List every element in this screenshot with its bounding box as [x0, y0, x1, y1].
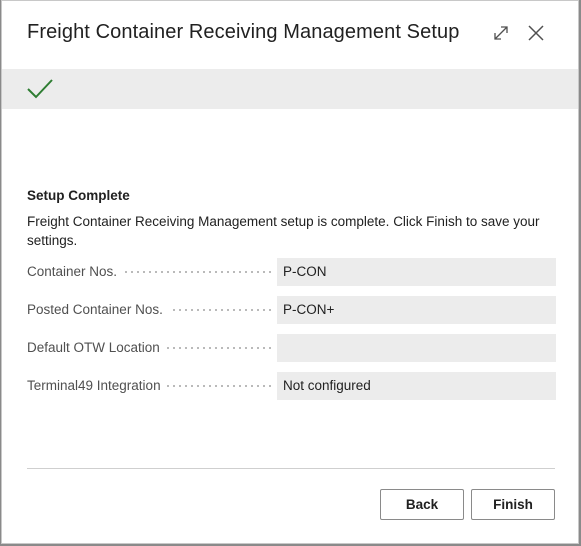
finish-button[interactable]: Finish [471, 489, 555, 520]
field-label: Default OTW Location [27, 334, 166, 362]
description-text: Freight Container Receiving Management s… [27, 214, 540, 248]
container-nos-field[interactable]: P-CON [277, 258, 556, 286]
setup-dialog: Freight Container Receiving Management S… [1, 0, 579, 544]
dialog-title: Freight Container Receiving Management S… [27, 21, 460, 43]
section-title: Setup Complete [27, 188, 130, 203]
field-label: Terminal49 Integration [27, 372, 167, 400]
terminal49-integration-field[interactable]: Not configured [277, 372, 556, 400]
posted-container-nos-field[interactable]: P-CON+ [277, 296, 556, 324]
back-button[interactable]: Back [380, 489, 464, 520]
checkmark-icon [27, 79, 53, 99]
field-default-otw-location: Default OTW Location [27, 334, 556, 362]
close-button[interactable] [524, 21, 548, 45]
field-posted-container-nos: Posted Container Nos. P-CON+ [27, 296, 556, 324]
status-banner [2, 69, 578, 109]
close-icon [528, 25, 544, 41]
field-label: Container Nos. [27, 258, 124, 286]
field-label: Posted Container Nos. [27, 296, 169, 324]
expand-button[interactable] [489, 21, 513, 45]
field-terminal49-integration: Terminal49 Integration Not configured [27, 372, 556, 400]
expand-icon [494, 26, 508, 40]
footer-divider [27, 468, 555, 469]
default-otw-location-field[interactable] [277, 334, 556, 362]
field-container-nos: Container Nos. P-CON [27, 258, 556, 286]
